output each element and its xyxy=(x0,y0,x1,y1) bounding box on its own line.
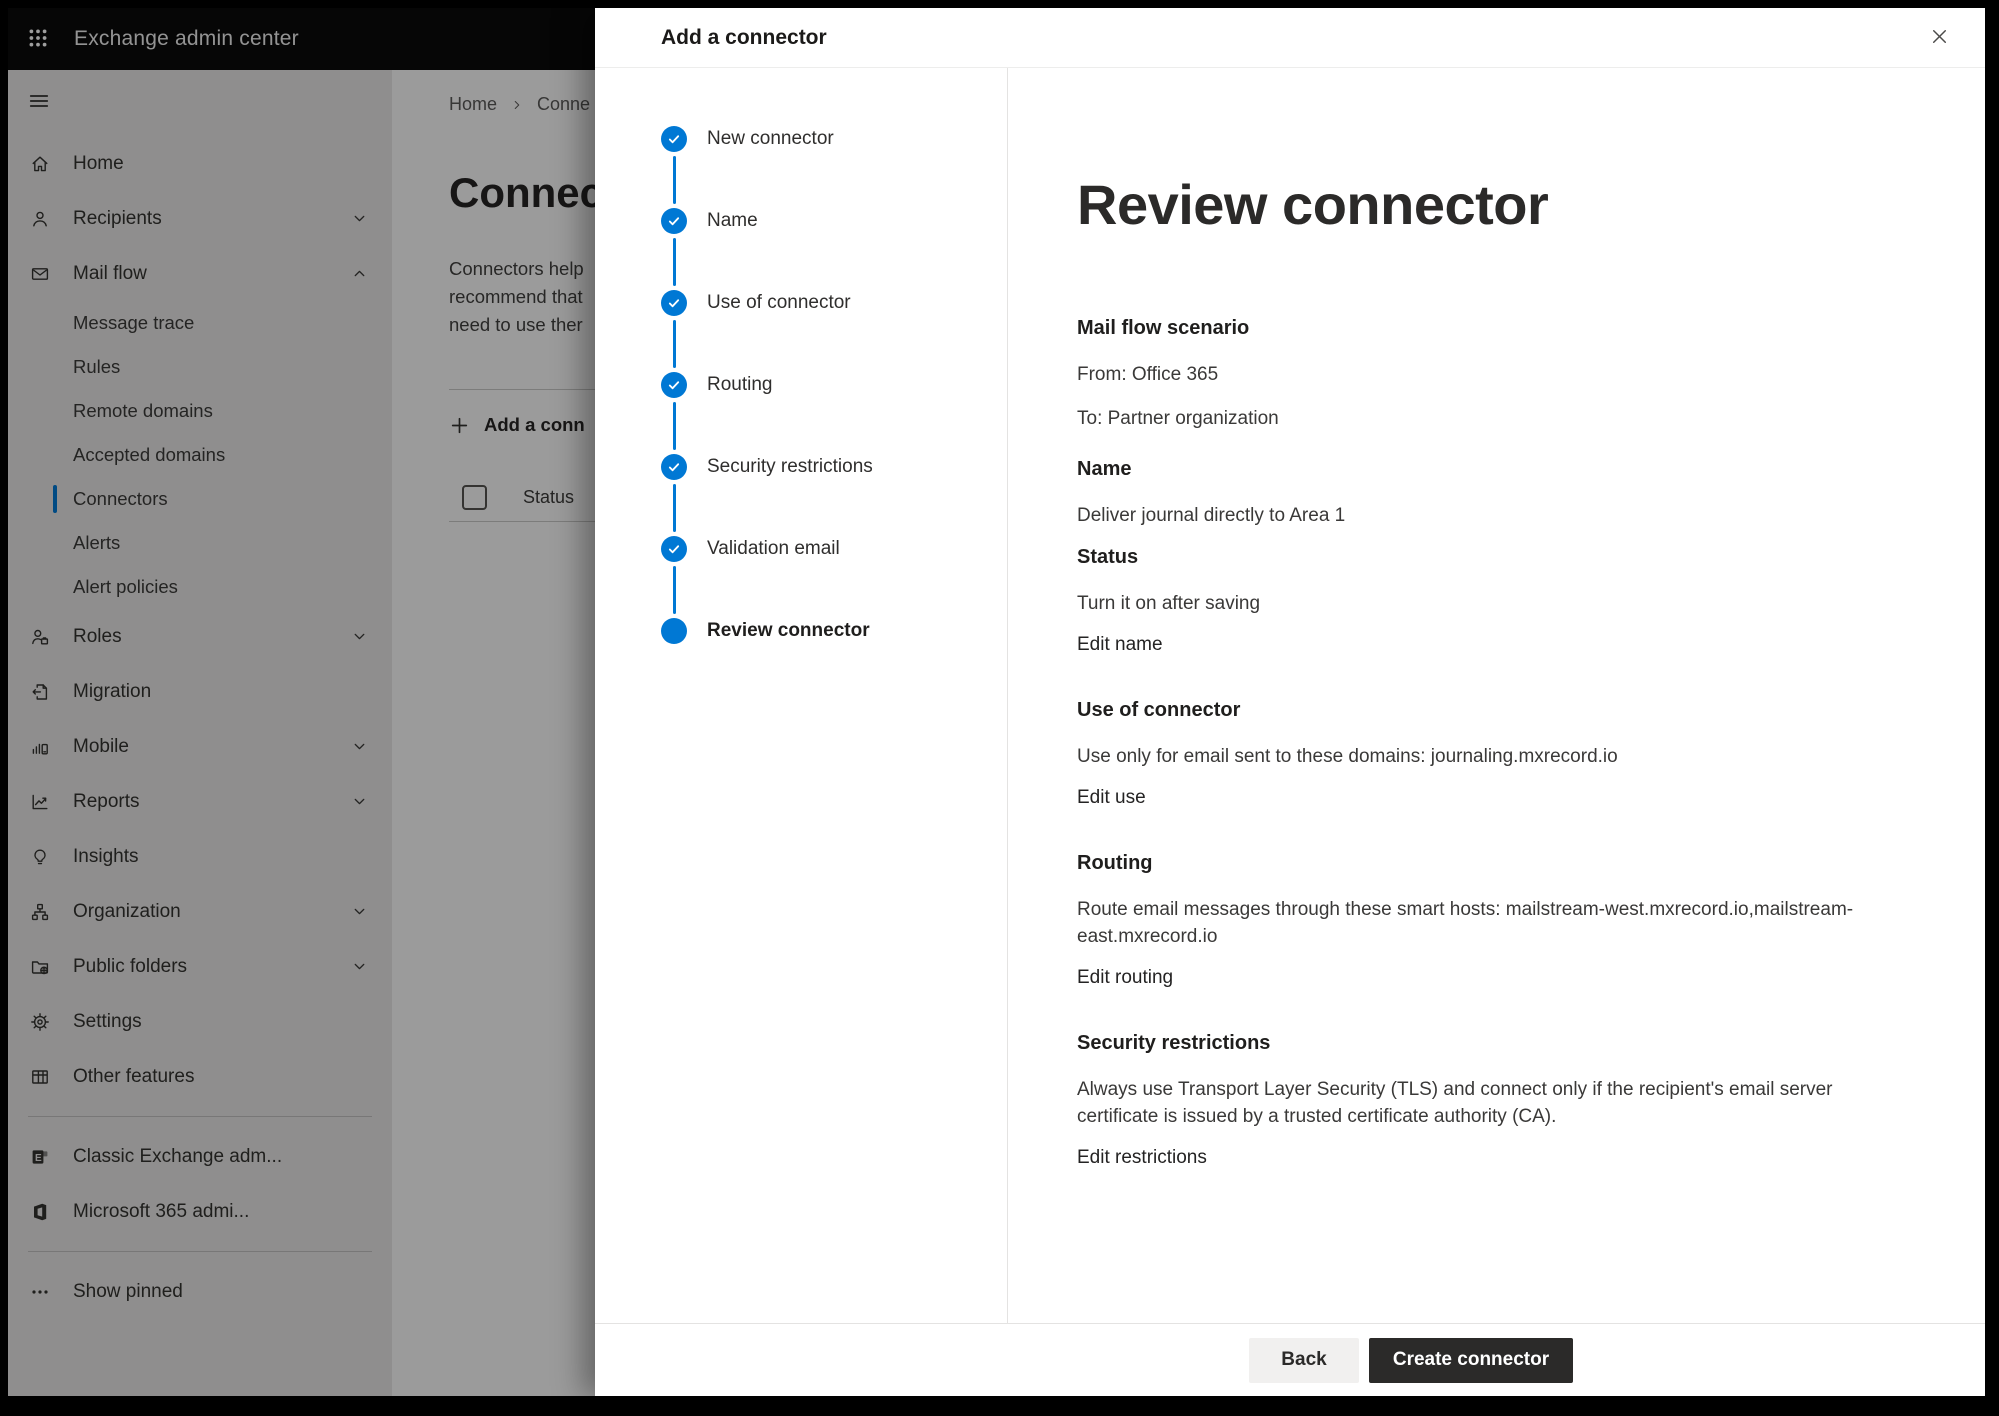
close-icon xyxy=(1929,26,1950,50)
exchange-admin-app: Exchange admin center HomeRecipientsMail… xyxy=(8,8,1985,1396)
review-content: Review connector Mail flow scenario From:… xyxy=(1008,68,1985,1323)
wizard-step-label: Use of connector xyxy=(707,290,851,316)
review-section-use-of-connector: Use of connector Use only for email sent … xyxy=(1077,699,1877,826)
step-connector-line xyxy=(673,320,676,368)
review-section-mail-flow-scenario: Mail flow scenario From: Office 365 To: Pa… xyxy=(1077,317,1877,432)
review-field-label: Status xyxy=(1077,546,1877,569)
wizard-step-label: Routing xyxy=(707,372,773,398)
step-connector-line xyxy=(673,238,676,286)
wizard-step-name[interactable]: Name xyxy=(595,208,1007,290)
edit-restrictions-link[interactable]: Edit restrictions xyxy=(1077,1147,1207,1169)
step-complete-check-icon xyxy=(661,536,687,562)
review-sections: Mail flow scenario From: Office 365 To: Pa… xyxy=(1077,317,1925,1186)
step-current-dot-icon xyxy=(661,618,687,644)
step-connector-line xyxy=(673,566,676,614)
review-field-label: Name xyxy=(1077,458,1877,481)
wizard-step-new-connector[interactable]: New connector xyxy=(595,126,1007,208)
step-connector-line xyxy=(673,484,676,532)
review-field-value: Use only for email sent to these domains… xyxy=(1077,743,1877,770)
review-field-label: Routing xyxy=(1077,852,1877,875)
review-field-value: Deliver journal directly to Area 1 xyxy=(1077,502,1877,529)
wizard-step-security-restrictions[interactable]: Security restrictions xyxy=(595,454,1007,536)
wizard-step-routing[interactable]: Routing xyxy=(595,372,1007,454)
review-section-routing: Routing Route email messages through thes… xyxy=(1077,852,1877,1006)
screenshot-frame: Exchange admin center HomeRecipientsMail… xyxy=(0,0,1999,1416)
panel-title: Add a connector xyxy=(661,26,827,50)
step-complete-check-icon xyxy=(661,372,687,398)
panel-footer: Back Create connector xyxy=(595,1323,1985,1396)
wizard-steps: New connector Name Use of connector Routing… xyxy=(595,68,1008,1323)
edit-use-link[interactable]: Edit use xyxy=(1077,787,1146,809)
wizard-step-validation-email[interactable]: Validation email xyxy=(595,536,1007,618)
wizard-step-label: New connector xyxy=(707,126,834,152)
review-field-value: From: Office 365 xyxy=(1077,361,1877,388)
panel-header: Add a connector xyxy=(595,8,1985,68)
step-complete-check-icon xyxy=(661,208,687,234)
wizard-step-review-connector[interactable]: Review connector xyxy=(595,618,1007,700)
review-field-value: To: Partner organization xyxy=(1077,405,1877,432)
step-complete-check-icon xyxy=(661,126,687,152)
edit-routing-link[interactable]: Edit routing xyxy=(1077,967,1173,989)
add-connector-panel: Add a connector New connector Name Use of … xyxy=(595,8,1985,1396)
close-button[interactable] xyxy=(1923,22,1955,54)
review-field-label: Security restrictions xyxy=(1077,1032,1877,1055)
wizard-step-label: Name xyxy=(707,208,758,234)
review-field-value: Always use Transport Layer Security (TLS… xyxy=(1077,1076,1877,1130)
back-button[interactable]: Back xyxy=(1249,1338,1359,1383)
step-connector-line xyxy=(673,402,676,450)
wizard-step-label: Security restrictions xyxy=(707,454,873,480)
review-field-value: Turn it on after saving xyxy=(1077,590,1877,617)
panel-body: New connector Name Use of connector Routing… xyxy=(595,68,1985,1323)
edit-name-link[interactable]: Edit name xyxy=(1077,634,1163,656)
wizard-step-label: Review connector xyxy=(707,618,870,644)
review-heading: Review connector xyxy=(1077,172,1925,237)
review-field-value: Route email messages through these smart… xyxy=(1077,896,1877,950)
wizard-step-use-of-connector[interactable]: Use of connector xyxy=(595,290,1007,372)
create-connector-button[interactable]: Create connector xyxy=(1369,1338,1573,1383)
step-complete-check-icon xyxy=(661,454,687,480)
review-section-name: Name Deliver journal directly to Area 1 St… xyxy=(1077,458,1877,673)
review-field-label: Use of connector xyxy=(1077,699,1877,722)
review-section-security-restrictions: Security restrictions Always use Transpor… xyxy=(1077,1032,1877,1186)
step-complete-check-icon xyxy=(661,290,687,316)
wizard-step-label: Validation email xyxy=(707,536,840,562)
review-field-label: Mail flow scenario xyxy=(1077,317,1877,340)
step-connector-line xyxy=(673,156,676,204)
